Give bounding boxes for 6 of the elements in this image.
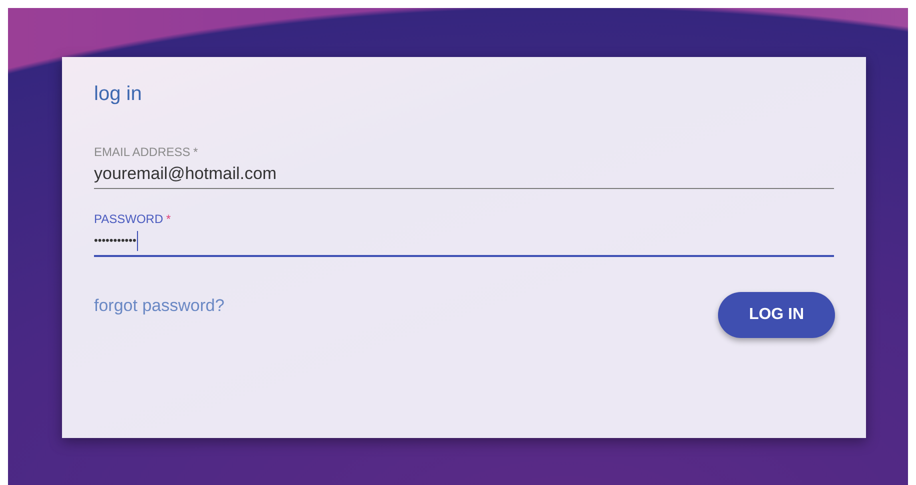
card-title: log in xyxy=(94,82,142,106)
login-button[interactable]: LOG IN xyxy=(718,292,835,338)
field-label: EMAIL ADDRESS * xyxy=(94,144,198,160)
field-label: PASSWORD * xyxy=(94,211,171,227)
email-field[interactable]: EMAIL ADDRESS * youremail@hotmail.com xyxy=(94,144,834,189)
password-field[interactable]: PASSWORD * ••••••••••• xyxy=(94,211,834,257)
